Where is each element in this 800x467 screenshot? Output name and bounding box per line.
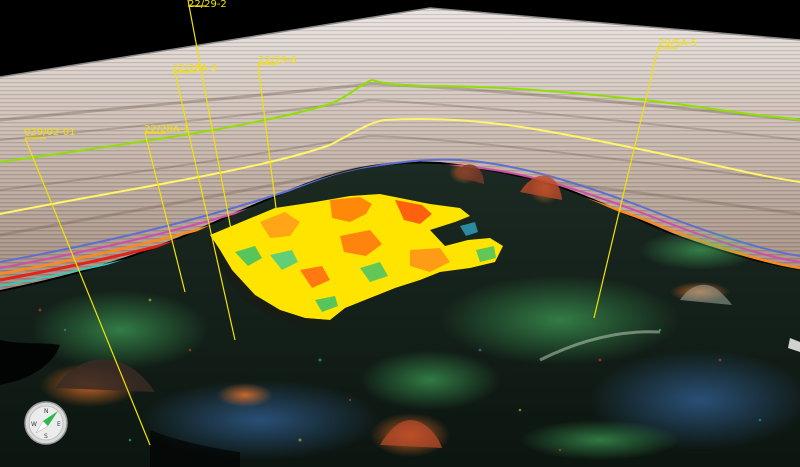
well-label-22-28a-3[interactable]: 22/28A-3 <box>172 63 217 74</box>
compass-west-label: W <box>31 421 37 428</box>
well-label-029-02-01[interactable]: 029/02-01 <box>24 127 76 138</box>
well-label-22-29-6[interactable]: 22/29-6 <box>258 55 297 66</box>
well-label-22-28a-1[interactable]: 22/28A-1 <box>144 124 189 135</box>
compass-north-label: N <box>44 408 49 415</box>
compass-widget[interactable]: N S E W <box>24 401 68 445</box>
seismic-3d-viewport[interactable]: 22/29-2 22/28A-3 22/29-6 029/02-01 22/28… <box>0 0 800 467</box>
compass-south-label: S <box>44 433 48 440</box>
seismic-3d-canvas[interactable]: 22/29-2 22/28A-3 22/29-6 029/02-01 22/28… <box>0 0 800 467</box>
well-label-22-29-2[interactable]: 22/29-2 <box>188 0 227 10</box>
compass-east-label: E <box>57 421 61 428</box>
well-label-29-5a-5[interactable]: 29/5A-5 <box>658 38 697 49</box>
